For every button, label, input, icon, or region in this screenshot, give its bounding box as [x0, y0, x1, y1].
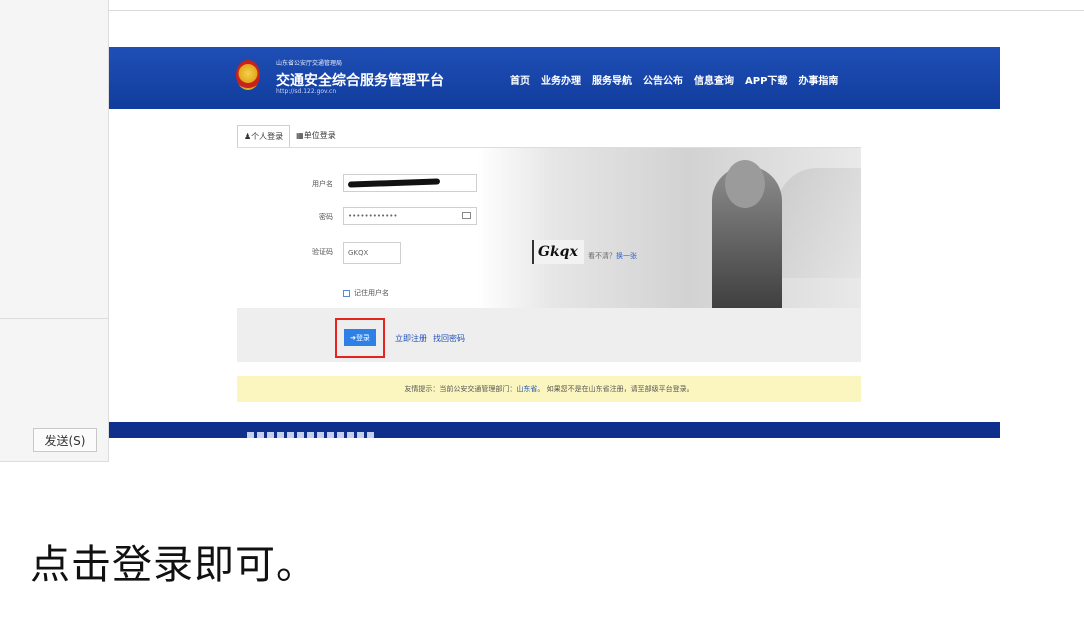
remember-label: 记住用户名 [354, 289, 389, 297]
tab-personal-login[interactable]: ♟个人登录 [237, 125, 291, 149]
nav-app-download[interactable]: APP下载 [745, 72, 787, 87]
username-label: 用户名 [312, 180, 333, 188]
captcha-hint-text: 看不清？ [588, 252, 616, 260]
top-divider [0, 10, 1084, 11]
captcha-refresh-link[interactable]: 换一张 [616, 252, 637, 260]
captcha-hint: 看不清？换一张 [588, 251, 637, 261]
nav-guide[interactable]: 办事指南 [798, 72, 838, 87]
redaction-mark [347, 178, 441, 188]
captcha-input[interactable]: GKQX [343, 242, 401, 264]
chat-side-panel: 发送(S) [0, 0, 109, 462]
remember-row: 记住用户名 [343, 288, 389, 298]
building-icon: ▦ [296, 131, 304, 140]
tip-prefix: 友情提示：当前公安交通管理部门： [404, 385, 517, 393]
action-bar: ➜ 登录 立即注册 找回密码 [237, 308, 861, 362]
embedded-screenshot: 山东省公安厅交通管理局 交通安全综合服务管理平台 http://sd.122.g… [109, 47, 1000, 438]
register-link[interactable]: 立即注册 [395, 333, 427, 344]
username-input[interactable] [343, 174, 477, 192]
password-value: •••••••••••• [348, 212, 398, 220]
send-button[interactable]: 发送(S) [33, 428, 97, 452]
police-emblem-icon [236, 60, 260, 90]
org-name: 山东省公安厅交通管理局 [276, 60, 343, 67]
captcha-label: 验证码 [312, 248, 333, 256]
login-button-label: 登录 [355, 334, 370, 342]
site-url: http://sd.122.gov.cn [276, 88, 337, 95]
driver-head-shape [725, 160, 765, 208]
keyboard-icon[interactable] [462, 212, 471, 219]
site-title: 交通安全综合服务管理平台 [276, 73, 444, 89]
tab-unit-label: 单位登录 [303, 131, 336, 140]
nav-info-query[interactable]: 信息查询 [694, 72, 734, 87]
nav-announcements[interactable]: 公告公布 [643, 72, 683, 87]
nav-business[interactable]: 业务办理 [541, 72, 581, 87]
tab-personal-label: 个人登录 [251, 132, 284, 141]
tip-province: 山东省 [516, 385, 538, 393]
footer-text-peek [247, 432, 377, 438]
instruction-caption: 点击登录即可。 [30, 542, 317, 588]
site-nav: 首页 业务办理 服务导航 公告公布 信息查询 APP下载 办事指南 [510, 72, 838, 87]
chat-panel-divider [0, 318, 109, 319]
captcha-image[interactable]: Gkqx [532, 240, 584, 264]
account-links: 立即注册 找回密码 [395, 333, 465, 344]
tab-unit-login[interactable]: ▦单位登录 [290, 125, 342, 147]
password-label: 密码 [319, 213, 333, 221]
login-tabs: ♟个人登录 ▦单位登录 [237, 125, 342, 149]
remember-checkbox[interactable] [343, 289, 350, 297]
login-form: 用户名 密码 •••••••••••• 验证码 GKQX Gkqx 看不清？换一… [237, 148, 861, 308]
nav-home[interactable]: 首页 [510, 72, 530, 87]
nav-service-guide[interactable]: 服务导航 [592, 72, 632, 87]
driver-photo [477, 148, 861, 308]
login-button[interactable]: ➜ 登录 [344, 329, 376, 346]
site-footer [109, 422, 1000, 438]
recover-password-link[interactable]: 找回密码 [433, 333, 465, 344]
car-window-shape [777, 168, 861, 278]
site-header: 山东省公安厅交通管理局 交通安全综合服务管理平台 http://sd.122.g… [109, 47, 1000, 109]
password-input[interactable]: •••••••••••• [343, 207, 477, 225]
tip-banner: 友情提示：当前公安交通管理部门：山东省。 如果您不是在山东省注册，请至部级平台登… [237, 376, 861, 402]
tip-suffix: 。 如果您不是在山东省注册，请至部级平台登录。 [537, 385, 694, 393]
